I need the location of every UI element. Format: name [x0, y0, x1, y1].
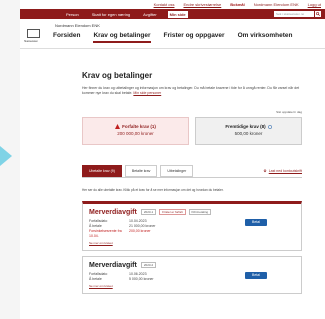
- intro-paragraph: Her finner du krav og utbetalinger og in…: [82, 86, 300, 95]
- overdue-amount: 200 000,00 kroner: [117, 131, 154, 136]
- claim-card[interactable]: Merverdiavgift 2023-2 Forfallsdato 10.06…: [82, 255, 302, 294]
- text-size-link[interactable]: Endre skrivestørrelse: [183, 2, 221, 7]
- claim-details-link[interactable]: Se mer om kravet: [89, 241, 295, 245]
- claim-title: Merverdiavgift: [89, 261, 137, 269]
- pay-button[interactable]: Betal: [245, 218, 267, 226]
- summary-boxes: Forfalte krav (1) 200 000,00 kroner Frem…: [82, 117, 302, 145]
- nav-my-page[interactable]: Min side: [167, 10, 188, 18]
- claim-details-link[interactable]: Se mer om kravet: [89, 284, 295, 288]
- intro-text: Her finner du krav og utbetalinger og in…: [82, 86, 302, 96]
- list-info: Her ser du alle ubetalte krav. Klikk på …: [82, 188, 224, 192]
- upcoming-amount: 500,00 kroner: [234, 131, 263, 136]
- tab-unpaid[interactable]: Ubetalte krav (9): [82, 165, 122, 177]
- download-label: Last ned kontoutskrift: [268, 169, 302, 173]
- last-updated: Sist oppdatert i dag: [276, 110, 302, 114]
- tab-about-business[interactable]: Om virksomheten: [238, 32, 293, 43]
- tab-deadlines-tasks[interactable]: Frister og oppgaver: [164, 32, 225, 43]
- logo-text: Skatteetaten: [24, 40, 39, 43]
- overdue-chip: Frister er forfalt: [159, 209, 186, 215]
- tab-home[interactable]: Forsiden: [53, 32, 80, 43]
- search-button[interactable]: [315, 11, 321, 17]
- logout-link[interactable]: Logg ut: [308, 2, 321, 7]
- upcoming-title: Fremtidige krav (8): [225, 124, 266, 129]
- language-selector[interactable]: Bokmål: [230, 2, 244, 7]
- browser-page: Kontakt oss Endre skrivestørrelse Bokmål…: [20, 0, 325, 319]
- filter-tabs: Ubetalte krav (9) Betalte krav Utbetalin…: [82, 165, 302, 178]
- nav-person[interactable]: Person: [64, 11, 81, 18]
- user-account-link[interactable]: Nordmann Eiendom ENK: [254, 2, 299, 7]
- download-icon: [263, 169, 267, 173]
- utility-bar: Kontakt oss Endre skrivestørrelse Bokmål…: [20, 0, 325, 9]
- main-tabs: Forsiden Krav og betalinger Frister og o…: [53, 32, 293, 43]
- nav-fees[interactable]: Avgifter: [141, 11, 159, 18]
- pointer-arrow-icon: [0, 146, 12, 166]
- tab-paid[interactable]: Betalte krav: [124, 165, 158, 177]
- site-header: Skatteetaten Nordmann Eiendom ENK Forsid…: [20, 19, 325, 49]
- main-content: Krav og betalinger Her finner du krav og…: [20, 49, 325, 294]
- intro-link[interactable]: Min side personer: [133, 91, 161, 95]
- contact-link[interactable]: Kontakt oss: [154, 2, 175, 7]
- tab-claims-payments[interactable]: Krav og betalinger: [93, 32, 151, 43]
- screenshot-stage: Kontakt oss Endre skrivestørrelse Bokmål…: [0, 0, 325, 319]
- logo[interactable]: [27, 29, 40, 38]
- info-icon: [267, 124, 272, 129]
- top-navigation: Person Skatt for egen næring Avgifter Mi…: [20, 9, 325, 19]
- download-statement-link[interactable]: Last ned kontoutskrift: [263, 169, 302, 173]
- period-chip: 2023-1: [140, 209, 157, 215]
- nav-business-tax[interactable]: Skatt for egen næring: [90, 11, 132, 18]
- overdue-title: Forfalte krav (1): [122, 124, 156, 129]
- kid-chip: KID-betaling: [188, 209, 212, 215]
- company-name: Nordmann Eiendom ENK: [55, 23, 100, 28]
- warning-icon: [115, 124, 121, 129]
- tab-payouts[interactable]: Utbetalinger: [160, 165, 194, 177]
- search-icon: [316, 12, 320, 16]
- pay-button[interactable]: Betal: [245, 271, 267, 279]
- period-chip: 2023-2: [140, 262, 157, 268]
- claim-card[interactable]: Merverdiavgift 2023-1 Frister er forfalt…: [82, 200, 302, 251]
- page-title: Krav og betalinger: [82, 71, 153, 80]
- claim-title: Merverdiavgift: [89, 208, 137, 216]
- interest-row: Forsinkelsesrente fra 10.04. 200,00 kron…: [89, 228, 151, 238]
- search-input[interactable]: Søk i skatteetaten.no: [274, 11, 314, 17]
- upcoming-summary[interactable]: Fremtidige krav (8) 500,00 kroner: [195, 117, 302, 145]
- overdue-summary[interactable]: Forfalte krav (1) 200 000,00 kroner: [82, 117, 189, 145]
